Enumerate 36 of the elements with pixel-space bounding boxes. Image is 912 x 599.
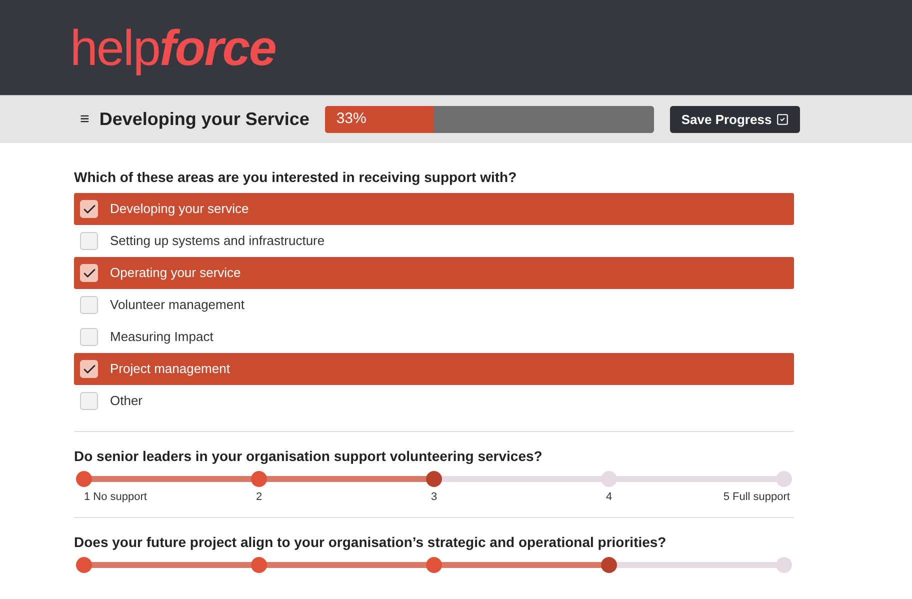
checkbox-option[interactable]: Measuring Impact bbox=[74, 321, 794, 353]
question-text: Does your future project align to your organisation’s strategic and operational priorities? bbox=[74, 533, 668, 552]
save-progress-button[interactable]: Save Progress bbox=[670, 106, 800, 133]
page-title: Developing your Service bbox=[99, 108, 310, 131]
option-label: Setting up systems and infrastructure bbox=[110, 232, 325, 250]
slider-thumb[interactable] bbox=[601, 557, 617, 573]
scale-label: 1 No support bbox=[84, 490, 147, 505]
checkbox[interactable] bbox=[80, 360, 98, 378]
checkbox-icon bbox=[776, 113, 789, 126]
scale-label: 4 bbox=[606, 490, 612, 505]
menu-button[interactable]: ≡ bbox=[80, 108, 90, 132]
checkbox[interactable] bbox=[80, 328, 98, 346]
option-label: Developing your service bbox=[110, 200, 249, 218]
checkbox-option[interactable]: Volunteer management bbox=[74, 289, 794, 321]
checkbox[interactable] bbox=[80, 264, 98, 282]
checkbox[interactable] bbox=[80, 200, 98, 218]
slider-thumb[interactable] bbox=[426, 471, 442, 487]
checkbox-option[interactable]: Project management bbox=[74, 353, 794, 385]
option-label: Measuring Impact bbox=[110, 328, 214, 346]
checkbox-option[interactable]: Developing your service bbox=[74, 193, 794, 225]
option-label: Operating your service bbox=[110, 264, 241, 282]
scale-label: 3 bbox=[430, 490, 438, 505]
checkbox[interactable] bbox=[80, 296, 98, 314]
question-text: Do senior leaders in your organisation support volunteering services? bbox=[74, 447, 544, 466]
checkbox[interactable] bbox=[80, 232, 98, 250]
checkbox-option[interactable]: Other bbox=[74, 385, 794, 417]
option-label: Project management bbox=[110, 360, 230, 378]
scale-label: 5 Full support bbox=[723, 490, 790, 505]
question-text: Which of these areas are you interested in receiving support with? bbox=[74, 168, 518, 187]
checkbox[interactable] bbox=[80, 392, 98, 410]
checkbox-option[interactable]: Setting up systems and infrastructure bbox=[74, 225, 794, 257]
progress-reading: 33% bbox=[336, 109, 366, 130]
option-label: Volunteer management bbox=[110, 296, 244, 314]
scale-label: 2 bbox=[256, 490, 262, 505]
checkbox-option[interactable]: Operating your service bbox=[74, 257, 794, 289]
option-label: Other bbox=[110, 392, 143, 410]
